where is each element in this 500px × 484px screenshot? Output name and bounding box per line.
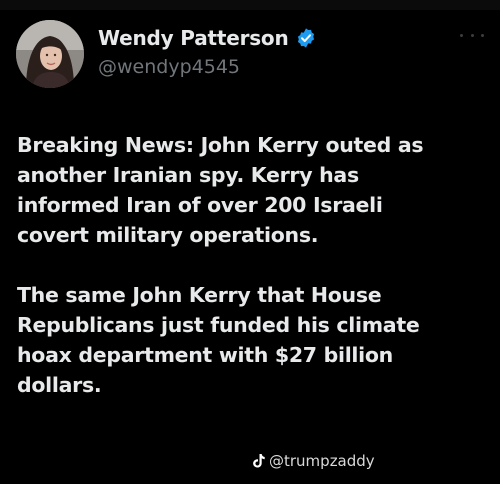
watermark-text: @trumpzaddy bbox=[269, 452, 375, 470]
author-handle[interactable]: @wendyp4545 bbox=[98, 56, 240, 78]
tiktok-watermark: @trumpzaddy bbox=[252, 452, 375, 470]
author-display-name[interactable]: Wendy Patterson bbox=[98, 26, 289, 50]
tweet-paragraph-2: The same John Kerry that House Republica… bbox=[17, 283, 420, 397]
avatar[interactable] bbox=[16, 20, 84, 88]
tiktok-icon bbox=[252, 453, 266, 469]
verified-badge-icon bbox=[295, 27, 317, 49]
more-options-icon[interactable] bbox=[460, 30, 484, 40]
tweet-paragraph-1: Breaking News: John Kerry outed as anoth… bbox=[17, 133, 424, 247]
tweet-screenshot: Wendy Patterson @wendyp4545 Breaking New… bbox=[0, 0, 500, 484]
tweet-body: Breaking News: John Kerry outed as anoth… bbox=[17, 130, 487, 400]
author-name-row: Wendy Patterson bbox=[98, 26, 317, 50]
top-strip bbox=[0, 0, 500, 10]
